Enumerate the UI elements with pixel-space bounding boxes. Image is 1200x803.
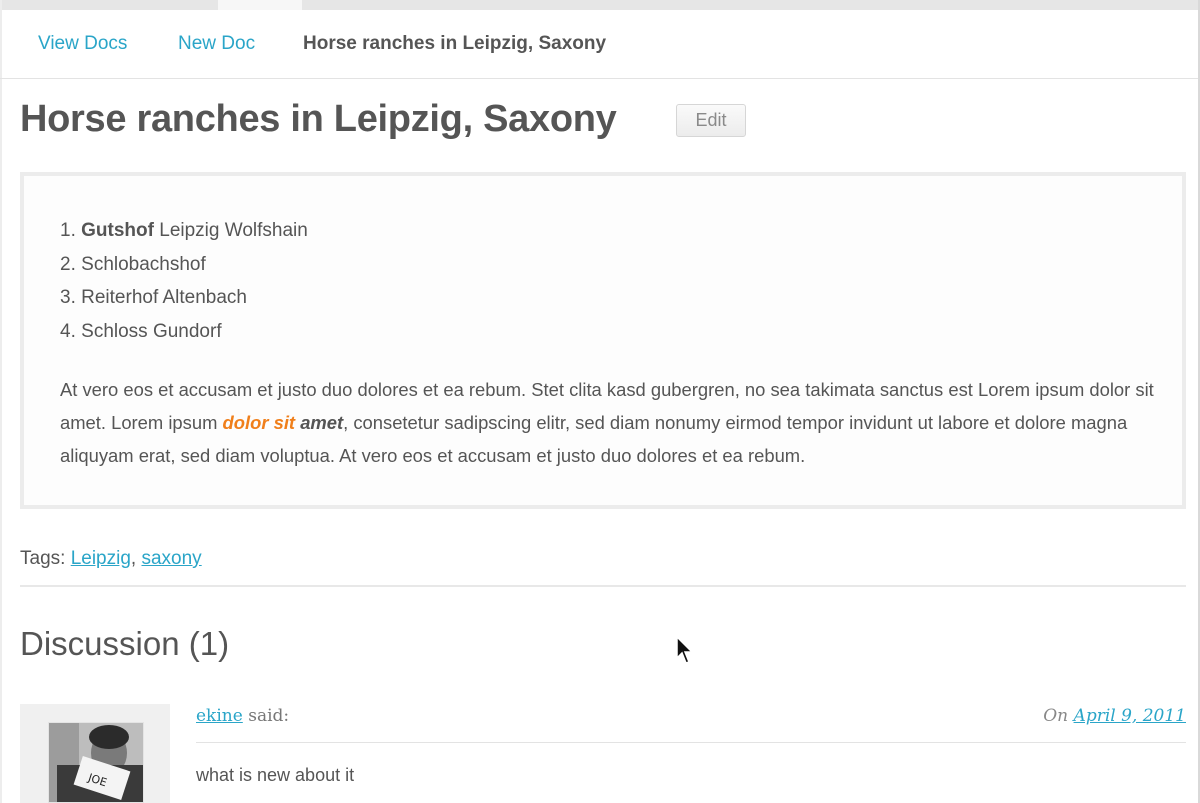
- list-item: 1. Gutshof Leipzig Wolfshain: [60, 214, 308, 248]
- nav-current-page: Horse ranches in Leipzig, Saxony: [303, 33, 607, 54]
- mouse-pointer-icon: [676, 636, 694, 664]
- document-paragraph: At vero eos et accusam et justo duo dolo…: [60, 373, 1160, 472]
- comment-author-link[interactable]: ekine: [196, 706, 243, 726]
- tags-label: Tags:: [20, 548, 71, 569]
- comment-said-text: said:: [242, 706, 290, 726]
- document-content: 1. Gutshof Leipzig Wolfshain 2. Schlobac…: [20, 172, 1186, 509]
- highlighted-text: dolor sit: [222, 412, 296, 433]
- comment-date-link[interactable]: April 9, 2011: [1074, 706, 1186, 726]
- avatar[interactable]: JOE: [48, 722, 144, 803]
- tag-link-saxony[interactable]: saxony: [141, 548, 201, 569]
- list-item-number: 1.: [60, 220, 76, 241]
- ranch-list: 1. Gutshof Leipzig Wolfshain 2. Schlobac…: [60, 214, 308, 348]
- comment-header: ekine said: On April 9, 2011: [196, 706, 1186, 743]
- tag-separator: ,: [130, 548, 142, 569]
- comment-date-line: On April 9, 2011: [1043, 706, 1186, 726]
- comment-avatar-panel: JOE: [20, 704, 170, 803]
- window-left-edge: [0, 0, 2, 803]
- list-item-bold: Gutshof: [81, 220, 154, 241]
- window-top-bar: [0, 0, 1200, 10]
- list-item-text: Schlobachshof: [81, 253, 206, 275]
- list-item-text: Leipzig Wolfshain: [153, 220, 308, 241]
- emphasized-text: amet: [300, 412, 344, 433]
- tags-line: Tags: Leipzig, saxony: [20, 548, 202, 570]
- list-item-number: 4.: [60, 320, 76, 342]
- active-tab-indicator: [218, 0, 302, 10]
- nav-view-docs-link[interactable]: View Docs: [38, 33, 127, 55]
- list-item-number: 2.: [60, 253, 76, 275]
- list-item-text: Reiterhof Altenbach: [81, 287, 247, 308]
- list-item: 4. Schloss Gundorf: [60, 315, 308, 349]
- comment-date-prefix: On: [1043, 706, 1074, 726]
- avatar-photo: JOE: [49, 723, 143, 802]
- tag-link-leipzig[interactable]: Leipzig: [71, 548, 131, 569]
- list-item-number: 3.: [60, 287, 76, 308]
- list-item: 2. Schlobachshof: [60, 248, 308, 282]
- list-item: 3. Reiterhof Altenbach: [60, 281, 308, 315]
- top-navigation: View Docs New Doc Horse ranches in Leipz…: [0, 10, 1198, 79]
- comment-body: what is new about it: [196, 765, 355, 785]
- nav-new-doc-link[interactable]: New Doc: [178, 33, 255, 55]
- list-item-text: Schloss Gundorf: [81, 320, 222, 342]
- edit-button[interactable]: Edit: [676, 104, 746, 137]
- discussion-heading: Discussion (1): [20, 625, 230, 662]
- section-divider: [20, 585, 1186, 587]
- page-title: Horse ranches in Leipzig, Saxony: [20, 98, 617, 140]
